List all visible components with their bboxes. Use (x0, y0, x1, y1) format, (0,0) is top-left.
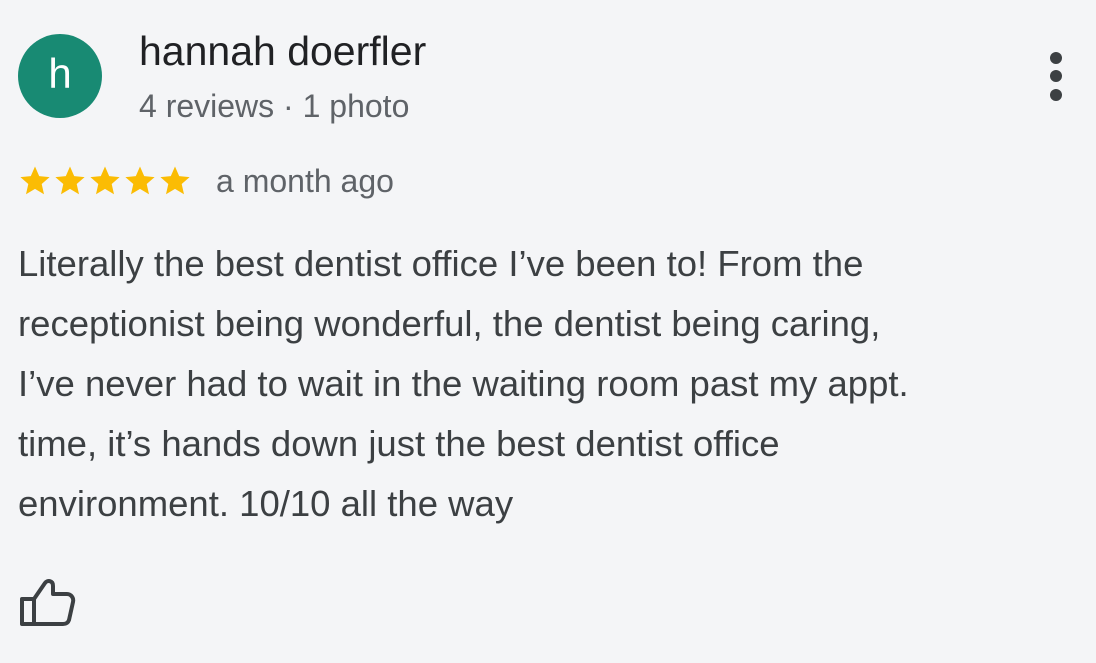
review-date: a month ago (216, 163, 394, 199)
star-icon (88, 164, 122, 198)
rating-row: a month ago (18, 160, 394, 202)
star-icon (123, 164, 157, 198)
review-text-line: receptionist being wonderful, the dentis… (18, 303, 881, 344)
review-card: h hannah doerfler 4 reviews · 1 photo a … (0, 0, 1096, 663)
avatar[interactable]: h (18, 34, 102, 118)
author-meta: 4 reviews · 1 photo (139, 88, 410, 124)
review-text-line: time, it’s hands down just the best dent… (18, 423, 780, 464)
review-text-line: environment. 10/10 all the way (18, 483, 514, 524)
star-icon (53, 164, 87, 198)
author-name[interactable]: hannah doerfler (139, 28, 426, 74)
more-vert-icon (1050, 52, 1062, 101)
star-rating (18, 164, 192, 198)
avatar-letter: h (48, 50, 72, 97)
thumbs-up-icon (20, 579, 76, 626)
review-text-line: I’ve never had to wait in the waiting ro… (18, 363, 909, 404)
star-icon (158, 164, 192, 198)
like-button[interactable] (18, 575, 80, 627)
review-text: Literally the best dentist office I’ve b… (18, 234, 1078, 534)
review-text-line: Literally the best dentist office I’ve b… (18, 243, 864, 284)
star-icon (18, 164, 52, 198)
more-options-button[interactable] (1037, 48, 1075, 108)
